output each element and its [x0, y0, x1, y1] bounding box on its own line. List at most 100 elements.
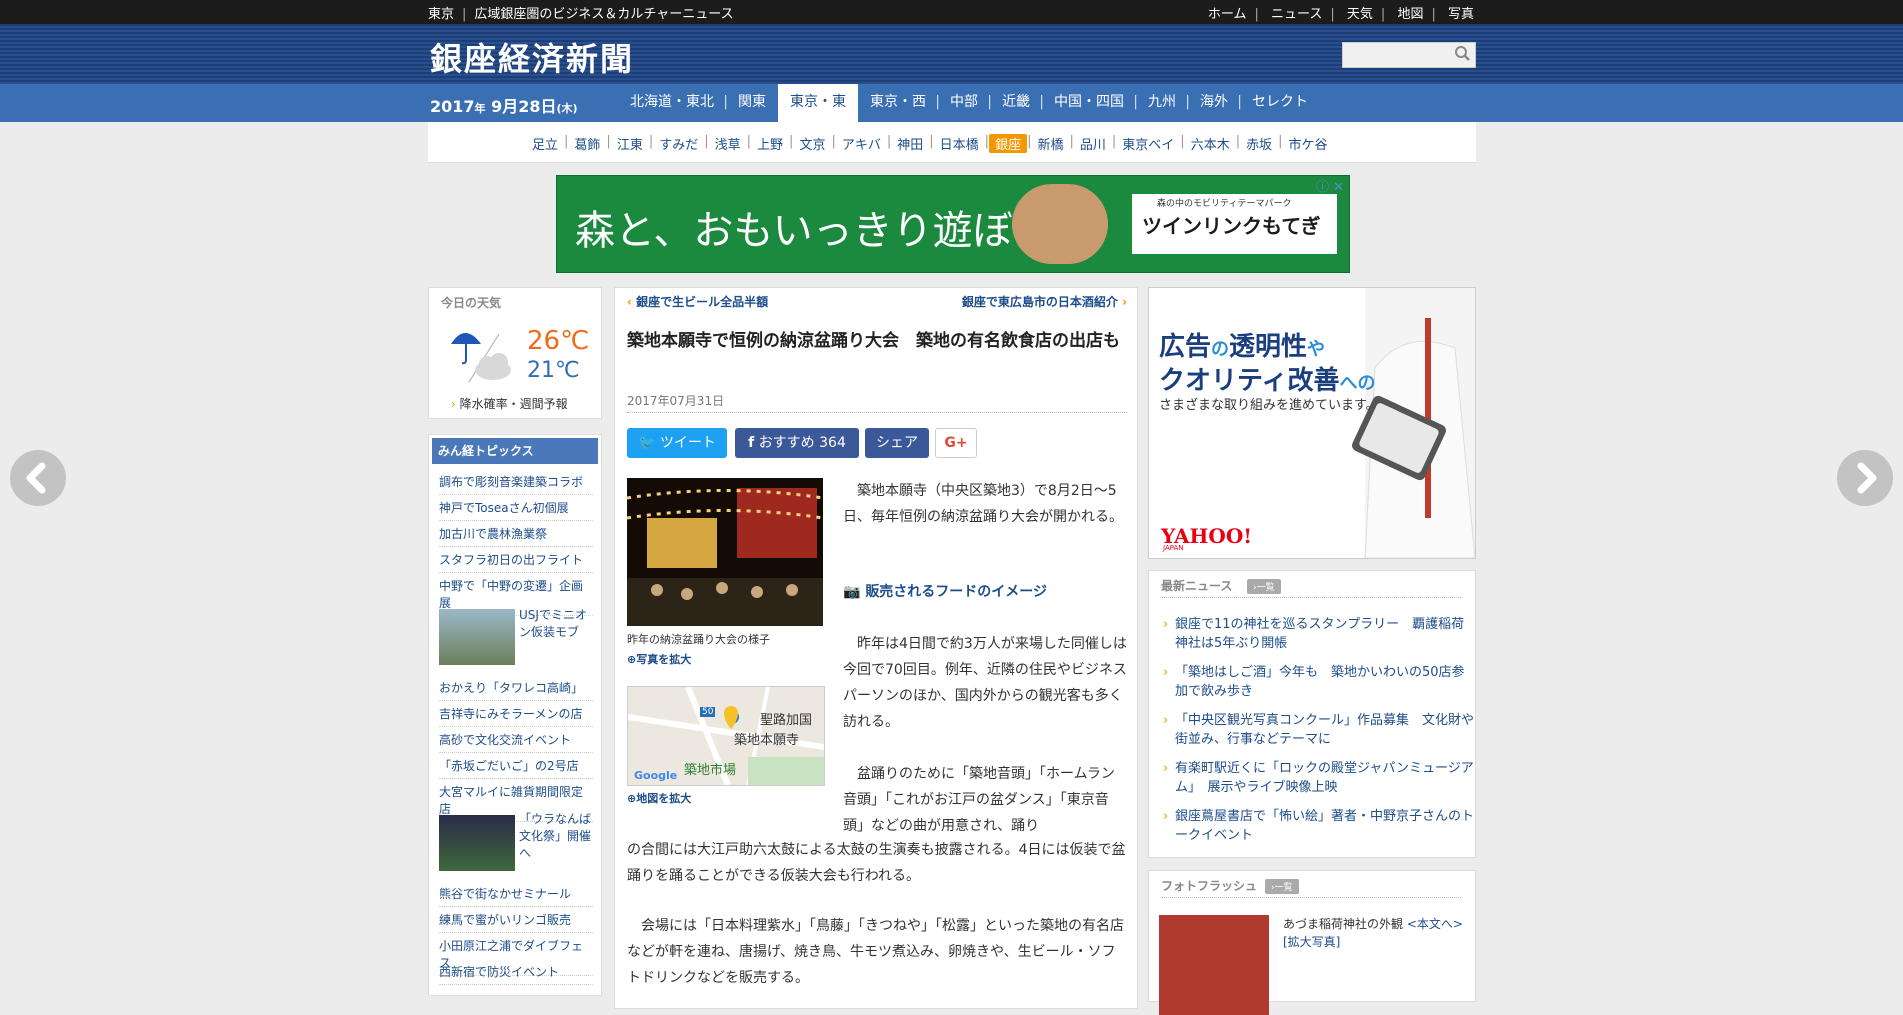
- top-link-weather[interactable]: 天気: [1347, 7, 1373, 22]
- ad-person-graphic: [1352, 288, 1475, 558]
- area-link-ueno[interactable]: 上野: [751, 134, 789, 153]
- weather-panel: 今日の天気 26℃ 21℃ › 降水確率・週間予報: [428, 287, 602, 419]
- region-tab-chubu[interactable]: 中部 |: [938, 84, 992, 122]
- photo-flash-thumbnail[interactable]: [1159, 915, 1269, 1015]
- region-tab-kanto[interactable]: 関東: [726, 84, 778, 122]
- photo-flash-title: フォトフラッシュ: [1161, 879, 1258, 893]
- sidebar-ad[interactable]: 広告の透明性や クオリティ改善への さまざまな取り組みを進めています。 YAHO…: [1148, 287, 1476, 559]
- chevron-right-icon: ›: [1163, 761, 1169, 776]
- topic-link[interactable]: 西新宿で防災イベント: [439, 959, 593, 985]
- region-tab-overseas[interactable]: 海外 |: [1188, 84, 1242, 122]
- map-attribution: Google: [634, 769, 678, 782]
- search-icon[interactable]: [1452, 44, 1472, 64]
- area-link-adachi[interactable]: 足立: [526, 134, 564, 153]
- top-link-home[interactable]: ホーム: [1208, 7, 1247, 22]
- article-photo[interactable]: [627, 478, 823, 626]
- area-link-roppongi[interactable]: 六本木: [1185, 134, 1236, 153]
- ad-headline: クオリティ改善への: [1159, 366, 1376, 396]
- photo-flash-article-link[interactable]: <本文へ>: [1407, 917, 1463, 931]
- area-link-nihonbashi[interactable]: 日本橋: [934, 134, 985, 153]
- top-link-news[interactable]: ニュース: [1271, 7, 1322, 22]
- region-tab-hokkaido[interactable]: 北海道・東北 |: [618, 84, 728, 122]
- latest-news-title: 最新ニュース: [1161, 579, 1233, 593]
- area-link-akiba[interactable]: アキバ: [836, 134, 887, 153]
- chevron-right-icon: ›: [1163, 809, 1169, 824]
- news-link[interactable]: › 銀座蔦屋書店で「怖い絵」著者・中野京子さんのトークイベント: [1163, 807, 1475, 845]
- area-link-ichigaya[interactable]: 市ケ谷: [1283, 134, 1334, 153]
- site-logo[interactable]: 銀座経済新聞: [430, 34, 634, 80]
- next-page-button[interactable]: [1837, 450, 1893, 506]
- topic-link[interactable]: 調布で彫刻音楽建築コラボ: [439, 469, 593, 495]
- map-zoom-link[interactable]: ⊕地図を拡大: [627, 790, 691, 806]
- topic-link[interactable]: 神戸でToseaさん初個展: [439, 495, 593, 521]
- article-map[interactable]: 50 聖路加国 築地本願寺 築地市場 Google: [627, 686, 825, 786]
- article-paragraph: 昨年は4日間で約3万人が来場した同催しは今回で70回目。例年、近隣の住民やビジネ…: [843, 636, 1127, 730]
- top-link-photo[interactable]: 写真: [1448, 7, 1474, 22]
- news-link[interactable]: › 有楽町駅近くに「ロックの殿堂ジャパンミュージアム」 展示やライブ映像上映: [1163, 759, 1475, 797]
- banner-ad-brand: ツインリンクもてぎ: [1142, 214, 1321, 238]
- prev-page-button[interactable]: [10, 450, 66, 506]
- banner-ad-subtext: 森の中のモビリティテーマパーク: [1157, 199, 1292, 209]
- photo-flash-more-button[interactable]: ›一覧: [1265, 879, 1299, 894]
- area-link-shimbashi[interactable]: 新橋: [1031, 134, 1069, 153]
- region-tab-tokyo-east[interactable]: 東京・東: [778, 84, 858, 122]
- topic-link[interactable]: 加古川で農林漁業祭: [439, 521, 593, 547]
- area-link-sumida[interactable]: すみだ: [653, 134, 704, 153]
- region-tab-tokyo-west[interactable]: 東京・西 |: [858, 84, 940, 122]
- topic-link[interactable]: 「赤坂ごだいご」の2号店: [439, 753, 593, 779]
- topic-thumbnail[interactable]: [439, 815, 515, 871]
- google-plus-button[interactable]: G+: [935, 428, 977, 458]
- facebook-share-button[interactable]: シェア: [865, 428, 929, 458]
- area-link-bunkyo[interactable]: 文京: [793, 134, 831, 153]
- topic-link[interactable]: 「ウラなんば文化祭」開催へ: [519, 811, 595, 862]
- latest-news-more-button[interactable]: ›一覧: [1247, 579, 1281, 594]
- area-link-asakusa[interactable]: 浅草: [709, 134, 747, 153]
- chevron-right-icon: ›: [1163, 665, 1169, 680]
- top-link-map[interactable]: 地図: [1397, 7, 1423, 22]
- area-link-koto[interactable]: 江東: [611, 134, 649, 153]
- area-link-katsushika[interactable]: 葛飾: [568, 134, 606, 153]
- topics-title: みん経トピックス: [432, 438, 598, 464]
- topic-link[interactable]: 高砂で文化交流イベント: [439, 727, 593, 753]
- next-article-link[interactable]: 銀座で東広島市の日本酒紹介 ›: [962, 293, 1127, 310]
- topic-thumbnail[interactable]: [439, 609, 515, 665]
- prev-article-link[interactable]: ‹ 銀座で生ビール全品半額: [627, 293, 768, 310]
- masthead: 銀座経済新聞: [0, 24, 1903, 84]
- topic-link[interactable]: 練馬で蜜がいリンゴ販売: [439, 907, 593, 933]
- news-link[interactable]: › 「中央区観光写真コンクール」作品募集 文化財や街並み、行事などテーマに: [1163, 711, 1475, 749]
- region-tab-chugoku[interactable]: 中国・四国 |: [1042, 84, 1138, 122]
- region-tab-kinki[interactable]: 近畿 |: [990, 84, 1044, 122]
- region-label[interactable]: 東京: [428, 7, 454, 22]
- news-link[interactable]: › 「築地はしご酒」今年も 築地かいわいの50店参加で飲み歩き: [1163, 663, 1475, 701]
- news-link[interactable]: › 銀座で11の神社を巡るスタンプラリー 覇護稲荷神社は5年ぶり開帳: [1163, 615, 1475, 653]
- chevron-right-icon: ›: [1163, 617, 1169, 632]
- topic-link[interactable]: 熊谷で街なかせミナール: [439, 881, 593, 907]
- area-link-kanda[interactable]: 神田: [891, 134, 929, 153]
- photo-flash-panel: フォトフラッシュ ›一覧 あづま稲荷神社の外観 <本文へ> [拡大写真]: [1148, 870, 1476, 1015]
- divider: [1161, 897, 1461, 898]
- photo-flash-zoom-link[interactable]: [拡大写真]: [1283, 935, 1340, 949]
- region-tab-kyushu[interactable]: 九州 |: [1136, 84, 1190, 122]
- map-label: 築地本願寺: [734, 733, 800, 748]
- top-bar: 東京 | 広域銀座圏のビジネス＆カルチャーニュース ホーム | ニュース | 天気 | 地…: [0, 0, 1903, 24]
- area-link-tokyo-bay[interactable]: 東京ベイ: [1116, 134, 1180, 153]
- photo-flash-caption: あづま稲荷神社の外観 <本文へ> [拡大写真]: [1283, 917, 1463, 949]
- ad-close-icon[interactable]: ⓘ ✕: [1316, 176, 1344, 195]
- tweet-button[interactable]: 🐦 ツイート: [627, 428, 727, 458]
- food-image-link[interactable]: 📷 販売されるフードのイメージ: [843, 581, 1047, 601]
- area-link-akasaka[interactable]: 赤坂: [1240, 134, 1278, 153]
- topic-link[interactable]: USJでミニオン仮装モブ: [519, 607, 595, 641]
- divider: [1161, 597, 1461, 598]
- topic-link[interactable]: スタフラ初日の出フライト: [439, 547, 593, 573]
- region-tab-select[interactable]: セレクト: [1240, 84, 1320, 122]
- forecast-link[interactable]: › 降水確率・週間予報: [451, 395, 568, 412]
- photo-zoom-link[interactable]: ⊕写真を拡大: [627, 651, 691, 667]
- article-paragraph: 築地本願寺（中央区築地3）で8月2日～5日、毎年恒例の納涼盆踊り大会が開かれる。: [843, 483, 1123, 525]
- facebook-recommend-button[interactable]: f おすすめ 364: [735, 428, 859, 458]
- zoom-icon: ⊕: [627, 792, 637, 805]
- area-link-ginza[interactable]: 銀座: [989, 134, 1028, 153]
- topic-link[interactable]: おかえり「タワレコ高崎」: [439, 675, 593, 701]
- banner-ad[interactable]: 森と、おもいっきり遊ぼう。 森の中のモビリティテーマパーク ツインリンクもてぎ: [556, 175, 1350, 273]
- topic-link[interactable]: 吉祥寺にみそラーメンの店: [439, 701, 593, 727]
- area-link-shinagawa[interactable]: 品川: [1074, 134, 1112, 153]
